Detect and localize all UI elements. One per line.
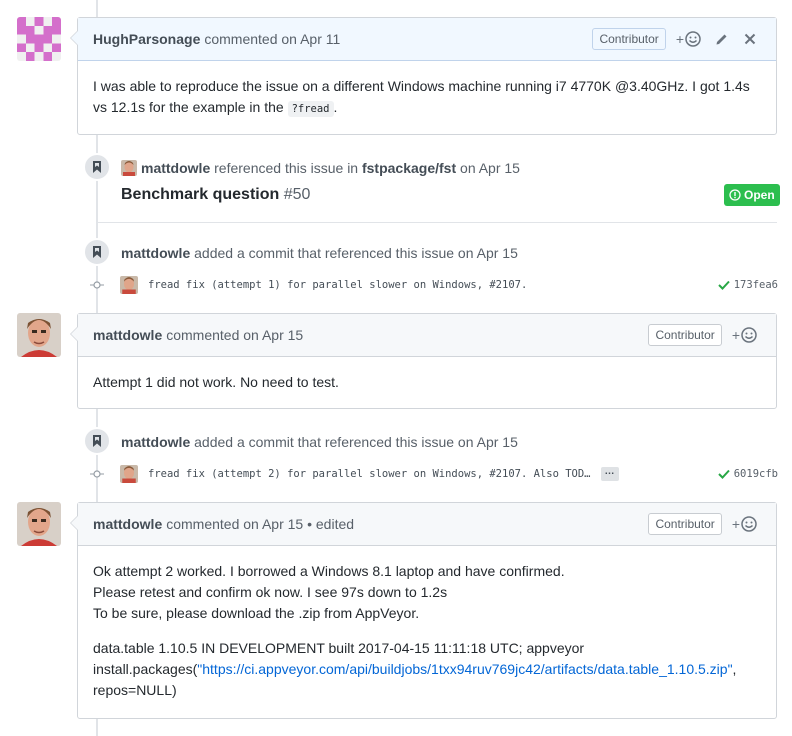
inline-code: ?fread — [287, 101, 334, 117]
event-text: added a commit that referenced this issu… — [194, 245, 518, 261]
bookmark-badge — [83, 427, 111, 455]
comment-timestamp[interactable]: commented on Apr 15 • edited — [166, 516, 354, 532]
comment-author[interactable]: HughParsonage — [93, 31, 200, 47]
issue-state-badge: Open — [724, 184, 780, 206]
commit-row: fread fix (attempt 2) for parallel slowe… — [86, 464, 778, 484]
git-commit-icon — [86, 281, 108, 289]
bookmark-icon — [93, 246, 101, 258]
comment-text: I was able to reproduce the issue on a d… — [93, 78, 750, 115]
bookmark-badge — [83, 153, 111, 181]
avatar[interactable] — [120, 465, 138, 483]
artifact-link[interactable]: "https://ci.appveyor.com/api/buildjobs/1… — [197, 661, 732, 677]
comment-header: mattdowle commented on Apr 15 • edited C… — [78, 503, 776, 546]
comment-paragraph: data.table 1.10.5 IN DEVELOPMENT built 2… — [93, 638, 761, 701]
add-reaction-button[interactable]: + — [732, 516, 757, 532]
comment-line: data.table 1.10.5 IN DEVELOPMENT built 2… — [93, 640, 585, 656]
git-commit-icon — [86, 470, 108, 478]
delete-button[interactable] — [739, 28, 761, 50]
comment-line: repos=NULL) — [93, 682, 177, 698]
close-icon — [744, 33, 756, 45]
comment-timestamp[interactable]: commented on Apr 15 — [166, 327, 303, 343]
comment-header: HughParsonage commented on Apr 11 Contri… — [78, 18, 776, 61]
edit-button[interactable] — [711, 28, 733, 50]
comment-line: install.packages( — [93, 661, 198, 677]
comment-line: , — [732, 661, 737, 677]
issue-title: Benchmark question — [121, 186, 280, 203]
event-author[interactable]: mattdowle — [121, 245, 190, 261]
issue-number: #50 — [283, 186, 311, 203]
divider — [97, 222, 777, 223]
bookmark-badge — [83, 238, 111, 266]
commit-message-link[interactable]: fread fix (attempt 1) for parallel slowe… — [148, 279, 527, 291]
event-date[interactable]: on Apr 15 — [460, 160, 520, 176]
smiley-icon — [741, 327, 757, 343]
reaction-plus: + — [731, 327, 740, 343]
comment-paragraph: Attempt 1 did not work. No need to test. — [93, 374, 339, 390]
referenced-issue-link[interactable]: Benchmark question #50 — [121, 186, 310, 204]
commit-row: fread fix (attempt 1) for parallel slowe… — [86, 275, 778, 295]
comment-body: Attempt 1 did not work. No need to test. — [78, 357, 776, 408]
add-reaction-button[interactable]: + — [676, 31, 701, 47]
repo-link[interactable]: fstpackage/fst — [362, 160, 456, 176]
comment-header: mattdowle commented on Apr 15 Contributo… — [78, 314, 776, 357]
commit-message-link[interactable]: fread fix (attempt 2) for parallel slowe… — [148, 468, 591, 480]
contributor-badge: Contributor — [648, 324, 722, 346]
check-icon[interactable] — [718, 469, 730, 479]
comment-author[interactable]: mattdowle — [93, 516, 162, 532]
comment-body: Ok attempt 2 worked. I borrowed a Window… — [78, 546, 776, 716]
event-text: referenced this issue in — [214, 160, 359, 176]
reaction-plus: + — [675, 31, 684, 47]
contributor-badge: Contributor — [648, 513, 722, 535]
avatar[interactable] — [121, 160, 137, 176]
commit-event: mattdowle added a commit that referenced… — [121, 434, 518, 450]
avatar[interactable] — [17, 17, 61, 61]
comment-paragraph: I was able to reproduce the issue on a d… — [93, 76, 761, 120]
reaction-plus: + — [731, 516, 740, 532]
expand-commit-button[interactable]: … — [600, 467, 619, 481]
pencil-icon — [716, 34, 727, 45]
comment: mattdowle commented on Apr 15 Contributo… — [70, 313, 777, 409]
bookmark-icon — [93, 161, 101, 173]
commit-event: mattdowle added a commit that referenced… — [121, 245, 518, 261]
comment-line: To be sure, please download the .zip fro… — [93, 605, 420, 621]
comment-author[interactable]: mattdowle — [93, 327, 162, 343]
event-author[interactable]: mattdowle — [141, 160, 210, 176]
smiley-icon — [741, 516, 757, 532]
contributor-badge: Contributor — [592, 28, 666, 50]
event-author[interactable]: mattdowle — [121, 434, 190, 450]
avatar[interactable] — [17, 502, 61, 546]
comment-paragraph: Ok attempt 2 worked. I borrowed a Window… — [93, 561, 761, 624]
comment: HughParsonage commented on Apr 11 Contri… — [70, 17, 777, 135]
comment-line: Ok attempt 2 worked. I borrowed a Window… — [93, 563, 565, 579]
reference-event: mattdowle referenced this issue in fstpa… — [121, 160, 520, 176]
commit-sha-link[interactable]: 173fea6 — [734, 279, 778, 291]
avatar[interactable] — [17, 313, 61, 357]
comment-line: Please retest and confirm ok now. I see … — [93, 584, 448, 600]
bookmark-icon — [93, 435, 101, 447]
comment-body: I was able to reproduce the issue on a d… — [78, 61, 776, 135]
smiley-icon — [685, 31, 701, 47]
add-reaction-button[interactable]: + — [732, 327, 757, 343]
check-icon[interactable] — [718, 280, 730, 290]
event-text: added a commit that referenced this issu… — [194, 434, 518, 450]
comment-timestamp[interactable]: commented on Apr 11 — [204, 31, 340, 47]
commit-sha-link[interactable]: 6019cfb — [734, 468, 778, 480]
comment-text: . — [333, 99, 338, 115]
comment: mattdowle commented on Apr 15 • edited C… — [70, 502, 777, 719]
state-label: Open — [744, 188, 775, 202]
avatar[interactable] — [120, 276, 138, 294]
issue-opened-icon — [729, 189, 741, 201]
